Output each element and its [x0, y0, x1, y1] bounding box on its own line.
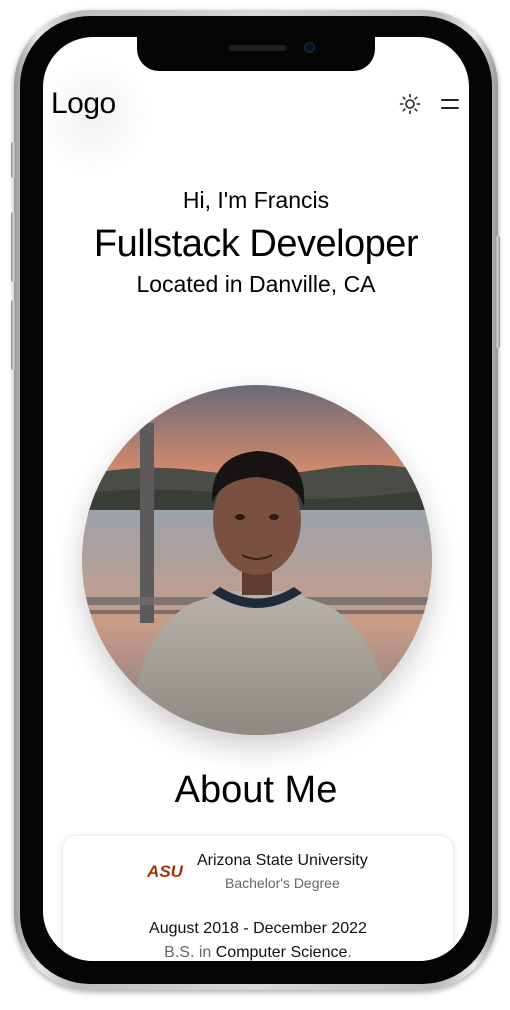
hero-role: Fullstack Developer [93, 223, 419, 265]
site-logo[interactable]: Logo [51, 87, 116, 121]
degree-field: Computer Science [215, 944, 348, 961]
school-name: Arizona State University [197, 852, 368, 869]
degree-suffix: . [347, 944, 352, 961]
svg-text:ASU: ASU [146, 862, 184, 880]
degree-type: Bachelor's Degree [225, 875, 340, 891]
phone-volume-down-button [11, 300, 16, 370]
phone-notch [137, 37, 375, 71]
speaker-grille [229, 45, 287, 51]
front-camera [304, 42, 315, 53]
phone-power-button [495, 236, 500, 348]
phone-side-button [11, 142, 16, 178]
sun-icon[interactable] [399, 93, 421, 115]
phone-volume-up-button [11, 212, 16, 282]
hero-greeting: Hi, I'm Francis [182, 187, 330, 213]
hero-location: Located in Danville, CA [136, 271, 376, 297]
asu-logo: ASU [145, 862, 185, 881]
screen: Logo Hi, I'm Francis Fullstack Developer… [43, 37, 469, 961]
degree-prefix: B.S. in [164, 944, 212, 961]
education-dates: August 2018 - December 2022 [149, 920, 367, 937]
menu-icon[interactable] [441, 97, 461, 111]
education-card: ASU Arizona State University Bachelor's … [62, 835, 454, 961]
about-me-title: About Me [174, 769, 338, 811]
profile-photo [82, 385, 432, 735]
degree-major: B.S. in Computer Science. [63, 944, 453, 961]
